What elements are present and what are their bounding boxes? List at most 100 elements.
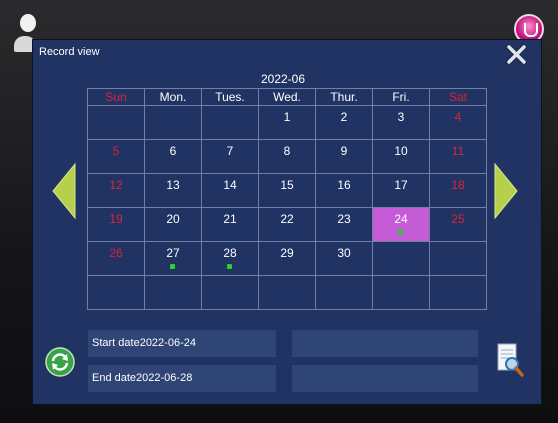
end-date-field[interactable]: End date2022-06-28 (88, 365, 276, 392)
day-number: 29 (280, 246, 294, 260)
day-number: 12 (109, 178, 123, 192)
day-cell[interactable]: 25 (429, 207, 487, 242)
window-title: Record view (39, 46, 100, 58)
close-icon (506, 44, 527, 65)
week-row: 26 27 28 29 30 (87, 241, 487, 276)
day-number: 20 (166, 212, 180, 226)
search-document-button[interactable] (495, 342, 525, 378)
day-cell[interactable]: 19 (87, 207, 145, 242)
day-number: 19 (109, 212, 123, 226)
day-cell[interactable]: 27 (144, 241, 202, 276)
start-date-field[interactable]: Start date2022-06-24 (88, 330, 276, 357)
day-number: 30 (337, 246, 351, 260)
day-cell[interactable]: 14 (201, 173, 259, 208)
record-view-window: Record view 2022-06 Sun Mon. Tues. Wed. Thur… (33, 40, 541, 404)
day-number: 26 (109, 246, 123, 260)
day-cell[interactable]: 4 (429, 105, 487, 140)
empty-cell (315, 275, 373, 310)
day-number: 14 (223, 178, 237, 192)
day-cell[interactable]: 21 (201, 207, 259, 242)
weekday-header: Wed. (258, 88, 316, 106)
weekday-header: Thur. (315, 88, 373, 106)
day-cell[interactable]: 28 (201, 241, 259, 276)
empty-cell (429, 241, 487, 276)
day-number: 22 (280, 212, 294, 226)
day-cell[interactable]: 6 (144, 139, 202, 174)
search-document-icon (497, 343, 524, 377)
day-cell[interactable]: 26 (87, 241, 145, 276)
day-number: 7 (226, 144, 234, 158)
user-head (20, 14, 36, 32)
week-row: 5 6 7 8 9 10 11 (87, 139, 487, 174)
day-cell[interactable]: 15 (258, 173, 316, 208)
day-number: 2 (340, 110, 348, 124)
day-number: 28 (223, 246, 237, 260)
day-number: 3 (397, 110, 405, 124)
day-cell[interactable]: 12 (87, 173, 145, 208)
end-time-field[interactable] (292, 365, 478, 392)
weekday-header: Mon. (144, 88, 202, 106)
week-row (87, 275, 487, 310)
day-number: 6 (169, 144, 177, 158)
refresh-button[interactable] (45, 347, 75, 377)
day-number: 16 (337, 178, 351, 192)
day-cell[interactable]: 13 (144, 173, 202, 208)
day-cell[interactable]: 8 (258, 139, 316, 174)
empty-cell (372, 275, 430, 310)
day-number: 21 (223, 212, 237, 226)
day-cell[interactable]: 20 (144, 207, 202, 242)
day-number: 18 (451, 178, 465, 192)
day-cell[interactable]: 16 (315, 173, 373, 208)
record-indicator-dot (170, 264, 175, 269)
empty-cell (258, 275, 316, 310)
day-cell[interactable]: 2 (315, 105, 373, 140)
day-cell[interactable]: 23 (315, 207, 373, 242)
empty-cell (372, 241, 430, 276)
start-time-field[interactable] (292, 330, 478, 357)
month-label: 2022-06 (260, 72, 306, 86)
day-cell[interactable]: 11 (429, 139, 487, 174)
empty-cell (429, 275, 487, 310)
day-cell[interactable]: 30 (315, 241, 373, 276)
week-row: 12 13 14 15 16 17 18 (87, 173, 487, 208)
day-cell[interactable]: 24 (372, 207, 430, 242)
record-indicator-dot (227, 264, 232, 269)
day-number: 9 (340, 144, 348, 158)
day-number: 13 (166, 178, 180, 192)
day-cell[interactable]: 17 (372, 173, 430, 208)
weekday-header: Sun (87, 88, 145, 106)
day-number: 10 (394, 144, 408, 158)
weekday-header-row: Sun Mon. Tues. Wed. Thur. Fri. Sat (87, 88, 487, 106)
weekday-header: Tues. (201, 88, 259, 106)
next-month-button[interactable] (494, 162, 518, 220)
day-number: 4 (454, 110, 462, 124)
record-indicator-dot (398, 230, 403, 235)
day-number: 5 (112, 144, 120, 158)
close-button[interactable] (505, 42, 529, 66)
day-number: 11 (451, 144, 465, 158)
empty-cell (87, 275, 145, 310)
day-number: 17 (394, 178, 408, 192)
empty-cell (144, 275, 202, 310)
chevron-left-icon (52, 162, 76, 220)
day-cell[interactable]: 5 (87, 139, 145, 174)
day-cell[interactable]: 3 (372, 105, 430, 140)
screen-background: Record view 2022-06 Sun Mon. Tues. Wed. Thur… (0, 0, 558, 423)
empty-cell (201, 105, 259, 140)
empty-cell (87, 105, 145, 140)
day-number: 15 (280, 178, 294, 192)
day-cell[interactable]: 7 (201, 139, 259, 174)
refresh-icon (45, 347, 75, 377)
day-number: 27 (166, 246, 180, 260)
week-row: 1 2 3 4 (87, 105, 487, 140)
day-cell[interactable]: 22 (258, 207, 316, 242)
titlebar: Record view (33, 40, 541, 66)
empty-cell (144, 105, 202, 140)
day-cell[interactable]: 29 (258, 241, 316, 276)
day-number: 23 (337, 212, 351, 226)
day-cell[interactable]: 1 (258, 105, 316, 140)
day-cell[interactable]: 9 (315, 139, 373, 174)
day-cell[interactable]: 18 (429, 173, 487, 208)
day-cell[interactable]: 10 (372, 139, 430, 174)
prev-month-button[interactable] (52, 162, 76, 220)
